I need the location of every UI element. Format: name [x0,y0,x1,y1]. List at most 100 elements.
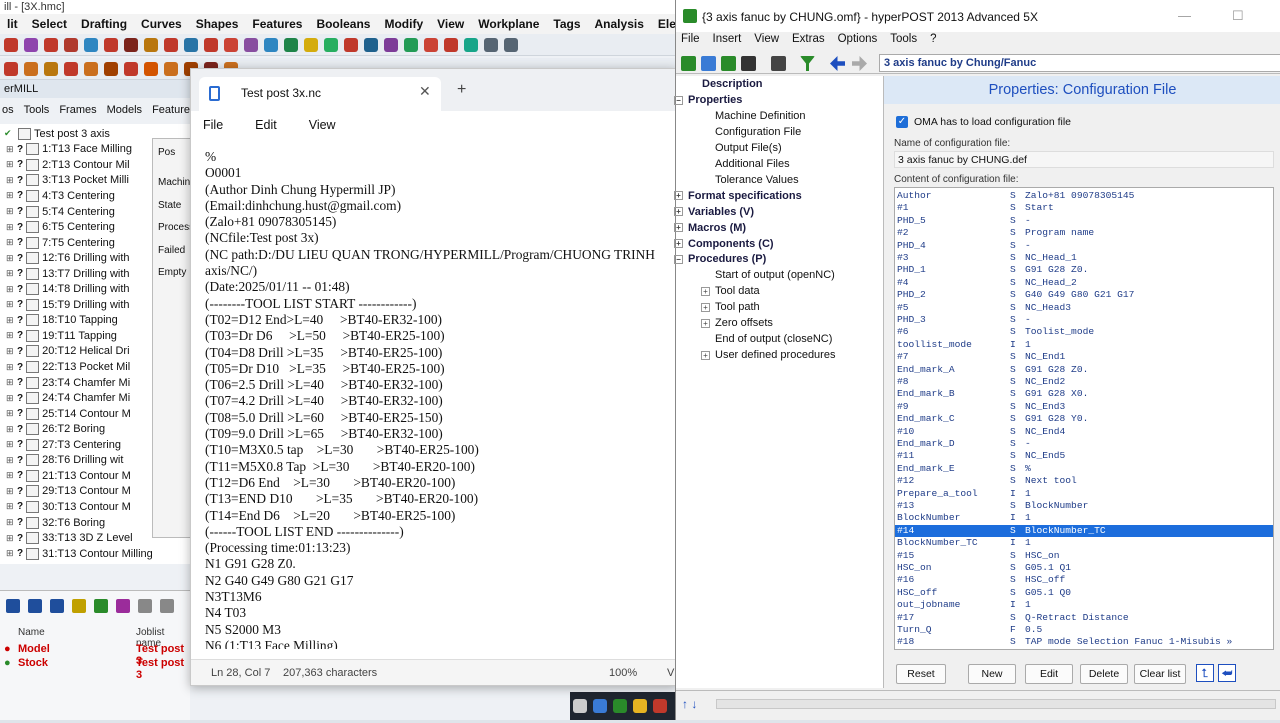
menu-tools[interactable]: Tools [890,32,917,50]
expand-icon[interactable]: + [674,191,683,201]
filter-icon[interactable] [800,56,815,71]
path-field[interactable]: 3 axis fanuc by Chung/Fanuc [879,54,1280,72]
horizontal-scrollbar[interactable] [716,699,1276,709]
db2-icon[interactable] [160,599,174,613]
config-row[interactable]: Prepare_a_tool I 1 [895,488,1273,500]
expand-icon[interactable]: ⊞ [6,299,14,310]
config-row[interactable]: #17 S Q-Retract Distance [895,612,1273,624]
open-icon[interactable] [701,56,716,71]
expand-icon[interactable]: ⊞ [6,144,14,155]
move-up-icon[interactable]: ⮤ [1196,664,1214,682]
job-item[interactable]: ⊞? 31:T13 Contour Milling [6,546,153,562]
back-arrow-icon[interactable] [830,56,845,71]
job-item[interactable]: ⊞? 7:T5 Centering [6,235,115,251]
config-row[interactable]: #6 S Toolist_mode [895,326,1273,338]
cad-menu-item[interactable]: Features [245,14,309,34]
job-item[interactable]: ⊞? 33:T13 3D Z Level [6,530,133,546]
job-item[interactable]: ⊞? 30:T13 Contour M [6,499,131,515]
config-row[interactable]: PHD_4 S - [895,240,1273,252]
config-content-list[interactable]: Author S Zalo+81 09078305145 #1 S Start PHD_5 S… [894,187,1274,650]
job-item[interactable]: ⊞? 24:T4 Chamfer Mi [6,390,130,406]
tree-node[interactable]: Additional Files [701,158,790,170]
cad-menu-item[interactable]: Select [25,14,74,34]
stock-row[interactable]: ● Stock Test post 3 [0,657,190,681]
job-item[interactable]: ⊞? 1:T13 Face Milling [6,142,132,158]
oma-checkbox[interactable]: ✓ [896,116,908,128]
config-row[interactable]: HSC_off S G05.1 Q0 [895,587,1273,599]
new-tab-button[interactable]: + [457,81,466,99]
config-row[interactable]: BlockNumber_TC I 1 [895,537,1273,549]
notepad-tab[interactable]: Test post 3x.nc ✕ [199,77,441,111]
cad-menu-item[interactable]: Drafting [74,14,134,34]
tree-node[interactable]: + Zero offsets [701,317,773,329]
job-item[interactable]: ⊞? 20:T12 Helical Dri [6,344,130,360]
expand-icon[interactable]: ⊞ [6,377,14,388]
menu-file[interactable]: File [681,32,700,50]
cad-menu-item[interactable]: Curves [134,14,189,34]
config-row[interactable]: #7 S NC_End1 [895,351,1273,363]
cad-menu-item[interactable]: Workplane [471,14,546,34]
job-item[interactable]: ⊞? 25:T14 Contour M [6,406,131,422]
nav-arrows-icon[interactable]: ↑ ↓ [682,697,697,711]
hypermill-tab[interactable]: Models [107,104,142,122]
tree-node[interactable]: + Macros (M) [674,222,746,234]
tool-icon[interactable] [72,599,86,613]
job-item[interactable]: ⊞? 23:T4 Chamfer Mi [6,375,130,391]
menu-options[interactable]: Options [838,32,878,50]
expand-icon[interactable]: ⊞ [6,548,14,559]
new-icon[interactable] [6,599,20,613]
expand-icon[interactable]: + [701,302,710,312]
expand-icon[interactable]: ⊞ [6,346,14,357]
job-item[interactable]: ⊞? 21:T13 Contour M [6,468,131,484]
tree-node[interactable]: Configuration File [701,126,801,138]
config-row[interactable]: Author S Zalo+81 09078305145 [895,190,1273,202]
config-row[interactable]: BlockNumber I 1 [895,512,1273,524]
job-item[interactable]: ⊞? 28:T6 Drilling wit [6,453,123,469]
config-name-field[interactable]: 3 axis fanuc by CHUNG.def [894,151,1274,168]
expand-icon[interactable]: ⊞ [6,455,14,466]
expand-icon[interactable]: ⊞ [6,533,14,544]
maximize-icon[interactable]: ☐ [1232,8,1244,24]
config-row[interactable]: HSC_on S G05.1 Q1 [895,562,1273,574]
menu-view[interactable]: View [754,32,779,50]
config-row[interactable]: End_mark_C S G91 G28 Y0. [895,413,1273,425]
cad-menu-item[interactable]: Booleans [309,14,377,34]
save-icon[interactable] [741,56,756,71]
config-row[interactable]: #9 S NC_End3 [895,401,1273,413]
menu-view[interactable]: View [309,111,336,139]
config-row[interactable]: #1 S Start [895,202,1273,214]
expand-icon[interactable]: ⊞ [6,486,14,497]
config-row[interactable]: #14 S BlockNumber_TC [895,524,1273,538]
expand-icon[interactable]: + [701,286,710,296]
tree-node[interactable]: Machine Definition [701,110,806,122]
expand-icon[interactable]: ⊞ [6,315,14,326]
config-row[interactable]: toollist_mode I 1 [895,339,1273,351]
joblist-root[interactable]: ✔ Test post 3 axis [4,126,110,142]
config-row[interactable]: PHD_5 S - [895,215,1273,227]
config-row[interactable]: PHD_1 S G91 G28 Z0. [895,264,1273,276]
cad-menu-item[interactable]: View [430,14,471,34]
notepad-editor[interactable]: % O0001 (Author Dinh Chung Hypermill JP) (E… [205,149,675,649]
expand-icon[interactable]: ⊞ [6,190,14,201]
config-row[interactable]: End_mark_B S G91 G28 X0. [895,388,1273,400]
expand-icon[interactable]: ⊞ [6,362,14,373]
tree-node[interactable]: − Properties [674,94,742,106]
model-panel-toolbar[interactable] [0,591,190,621]
expand-icon[interactable]: + [701,350,710,360]
tree-node[interactable]: Output File(s) [701,142,782,154]
tree-node[interactable]: + User defined procedures [701,349,835,361]
expand-icon[interactable]: ⊞ [6,237,14,248]
tree-node[interactable]: + Variables (V) [674,206,754,218]
config-row[interactable]: #11 S NC_End5 [895,450,1273,462]
delete-icon[interactable] [28,599,42,613]
expand-icon[interactable]: ⊞ [6,284,14,295]
expand-icon[interactable]: ⊞ [6,206,14,217]
job-item[interactable]: ⊞? 19:T11 Tapping [6,328,117,344]
expand-icon[interactable]: ⊞ [6,253,14,264]
model-icon[interactable] [116,599,130,613]
config-row[interactable]: #2 S Program name [895,227,1273,239]
config-row[interactable]: out_jobname I 1 [895,599,1273,611]
job-item[interactable]: ⊞? 3:T13 Pocket Milli [6,173,129,189]
db-icon[interactable] [138,599,152,613]
tree-node[interactable]: + Tool path [701,301,760,313]
